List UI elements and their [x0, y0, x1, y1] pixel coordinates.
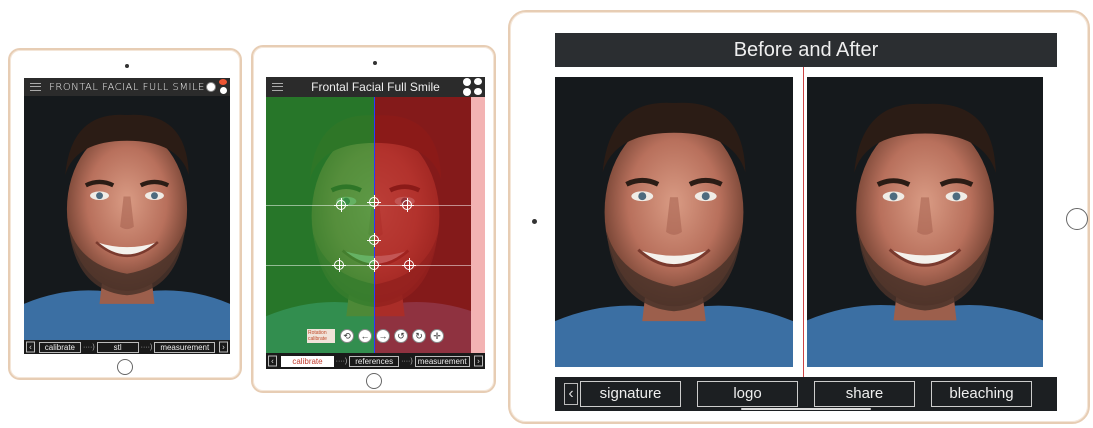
page-title: FRONTAL FACIAL FULL SMILE: [49, 81, 205, 93]
bottom-toolbar: ‹ calibrate ····) stl ····) measurement …: [24, 340, 230, 354]
right-margin-overlay: [471, 97, 485, 353]
step-dots: ····): [83, 343, 95, 351]
calibration-tools: Rotation calibrate ⟲ ← → ↺ ↻ ✛: [307, 329, 446, 343]
toggle-icon[interactable]: [219, 79, 227, 85]
tablet-before-after: Before and After ‹ signature logo share …: [508, 10, 1090, 424]
step-dots: ····): [401, 357, 413, 365]
help-icon[interactable]: [220, 87, 227, 94]
before-photo-border: [803, 67, 804, 377]
stage: FRONTAL FACIAL FULL SMILE ‹ calibrate ··…: [0, 0, 1093, 428]
title-bar: FRONTAL FACIAL FULL SMILE: [24, 78, 230, 96]
left-overlay: [266, 97, 374, 353]
arrow-right-icon[interactable]: →: [376, 329, 390, 343]
logo-button[interactable]: logo: [697, 381, 798, 407]
menu-icon[interactable]: [30, 83, 41, 91]
forward-button[interactable]: ›: [219, 341, 228, 353]
midline-top-marker[interactable]: [367, 195, 381, 209]
forward-button[interactable]: ›: [474, 355, 483, 367]
calibrate-button[interactable]: calibrate: [38, 341, 81, 353]
right-mouth-marker[interactable]: [402, 258, 416, 272]
front-camera: [373, 61, 377, 65]
play-icon[interactable]: [474, 88, 482, 95]
tablet-frontal-smile: FRONTAL FACIAL FULL SMILE ‹ calibrate ··…: [8, 48, 242, 380]
help-icon[interactable]: [463, 88, 471, 96]
back-button[interactable]: ‹: [564, 383, 578, 405]
page-title: Before and After: [733, 38, 879, 61]
right-eye-marker[interactable]: [400, 198, 414, 212]
stl-button[interactable]: stl: [96, 341, 139, 353]
home-button[interactable]: [1066, 208, 1088, 230]
step-dots: ····): [140, 343, 153, 351]
right-overlay: [374, 97, 471, 353]
measurement-button[interactable]: measurement: [414, 355, 470, 367]
back-button[interactable]: ‹: [268, 355, 277, 367]
front-camera: [532, 219, 537, 224]
midline: [374, 97, 375, 353]
tablet3-screen: Before and After ‹ signature logo share …: [555, 33, 1057, 411]
step-dots: ····): [335, 357, 348, 365]
tools-caption: Rotation calibrate: [307, 329, 335, 343]
bleaching-button[interactable]: bleaching: [931, 381, 1032, 407]
tablet2-screen: Rotation calibrate ⟲ ← → ↺ ↻ ✛ Frontal F…: [266, 77, 485, 369]
crosshair-icon[interactable]: ✛: [430, 329, 444, 343]
left-eye-marker[interactable]: [334, 198, 348, 212]
bottom-toolbar: ‹ signature logo share bleaching: [555, 377, 1057, 411]
title-bar: Before and After: [555, 33, 1057, 67]
calibrate-button[interactable]: calibrate: [281, 355, 334, 367]
tablet-calibration: Rotation calibrate ⟲ ← → ↺ ↻ ✛ Frontal F…: [251, 45, 496, 393]
rotate-cw-icon[interactable]: ↻: [412, 329, 426, 343]
share-button[interactable]: share: [814, 381, 915, 407]
arrow-left-icon[interactable]: ←: [358, 329, 372, 343]
settings-icon[interactable]: [463, 78, 471, 86]
home-button[interactable]: [366, 373, 382, 389]
page-title: Frontal Facial Full Smile: [311, 80, 440, 94]
after-photo: [807, 77, 1043, 367]
toggle-icon[interactable]: [474, 78, 482, 85]
front-camera: [125, 64, 129, 68]
tablet1-screen: FRONTAL FACIAL FULL SMILE ‹ calibrate ··…: [24, 78, 230, 354]
nose-marker[interactable]: [367, 233, 381, 247]
title-bar: Frontal Facial Full Smile: [266, 77, 485, 97]
home-button[interactable]: [117, 359, 133, 375]
eye-line: [266, 205, 471, 206]
menu-icon[interactable]: [272, 83, 283, 91]
measurement-button[interactable]: measurement: [154, 341, 216, 353]
center-mouth-marker[interactable]: [367, 258, 381, 272]
signature-button[interactable]: signature: [580, 381, 681, 407]
back-button[interactable]: ‹: [26, 341, 35, 353]
references-button[interactable]: references: [349, 355, 400, 367]
left-mouth-marker[interactable]: [332, 258, 346, 272]
before-photo: [555, 77, 793, 367]
settings-icon[interactable]: [206, 82, 216, 92]
bottom-toolbar: ‹ calibrate ····) references ····) measu…: [266, 353, 485, 369]
rotate-icon[interactable]: ⟲: [340, 329, 354, 343]
home-indicator: [741, 408, 871, 410]
face-photo: [24, 96, 230, 340]
rotate-ccw-icon[interactable]: ↺: [394, 329, 408, 343]
